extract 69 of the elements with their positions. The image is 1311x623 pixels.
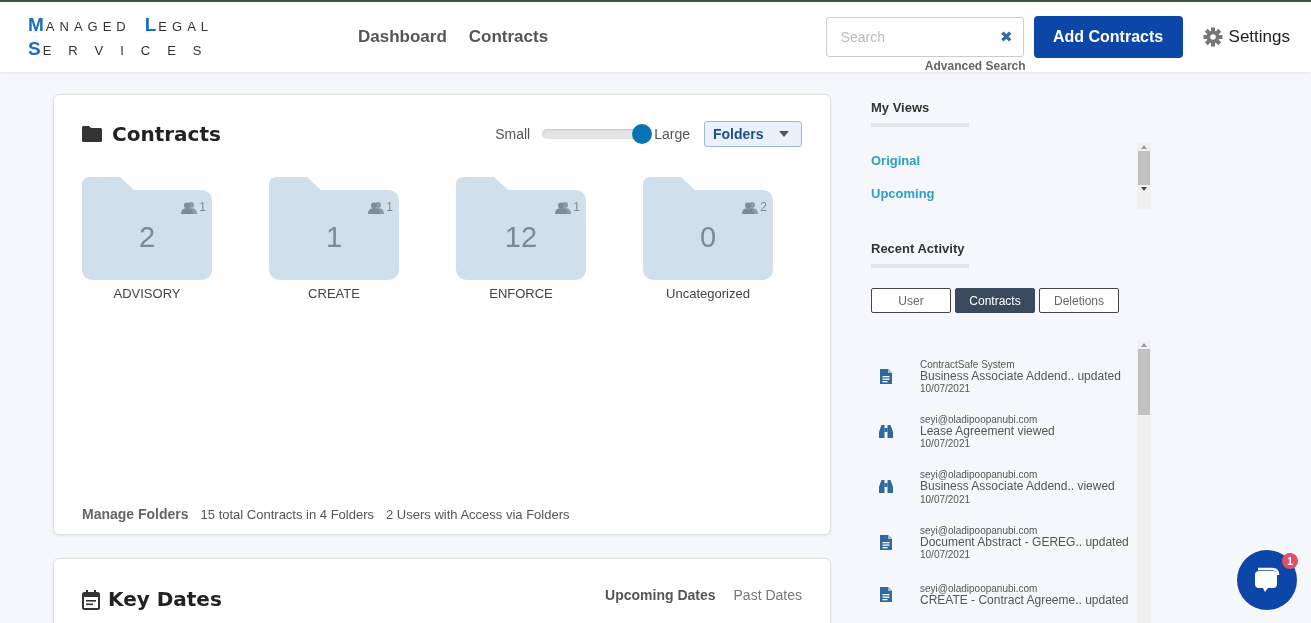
contract-count: 1: [324, 221, 344, 254]
chat-button[interactable]: [1237, 550, 1297, 610]
advanced-search-link[interactable]: Advanced Search: [924, 59, 1026, 73]
activity-tab[interactable]: Contracts: [955, 288, 1035, 313]
card-title: Key Dates: [108, 587, 222, 611]
activity-tab[interactable]: User: [871, 288, 951, 313]
notification-badge: 1: [1282, 553, 1298, 569]
users-icon: [555, 200, 572, 214]
contract-count: 0: [698, 221, 718, 254]
user-count: 2: [760, 200, 767, 214]
folder-name: ADVISORY: [113, 286, 181, 301]
section-title: Recent Activity: [871, 241, 966, 256]
clear-icon[interactable]: ✖: [999, 28, 1013, 46]
caret-icon: [779, 131, 789, 137]
contract-count: 12: [503, 221, 539, 254]
contract-count: 2: [137, 221, 157, 254]
scrollbar[interactable]: [1137, 143, 1151, 209]
settings-icon: [1202, 27, 1223, 47]
activity-date: 10/07/2021: [920, 438, 972, 450]
calendar-icon: [82, 590, 100, 610]
user-count: 1: [386, 200, 393, 214]
search-field[interactable]: Search ✖: [825, 17, 1024, 57]
document-icon: [880, 534, 892, 550]
folder-summary: 15 total Contracts in 4 Folders: [200, 507, 374, 522]
activity-user: seyi@oladipoopanubi.com: [920, 469, 1038, 481]
logo[interactable]: M ANAGED L EGAL S ERVICES: [28, 14, 328, 60]
manage-folders-link[interactable]: Manage Folders: [82, 506, 189, 522]
user-count: 1: [199, 200, 206, 214]
activity-user: seyi@oladipoopanubi.com: [920, 414, 1038, 426]
date-tab[interactable]: Upcoming Dates: [605, 587, 716, 603]
document-icon: [880, 587, 892, 603]
slider-thumb[interactable]: [632, 124, 653, 144]
activity-text: Document Abstract - GEREG.. updated: [920, 535, 1129, 549]
settings-button[interactable]: Settings: [1202, 27, 1290, 47]
section-title: My Views: [871, 100, 931, 115]
activity-text: CREATE - Contract Agreeme.. updated: [920, 593, 1129, 607]
user-count: 1: [573, 200, 580, 214]
binoculars-icon: [879, 425, 893, 439]
slider-label: Large: [654, 126, 690, 142]
add-contracts-button[interactable]: Add Contracts: [1033, 16, 1183, 58]
nav-link[interactable]: Contracts: [468, 27, 549, 47]
activity-text: Lease Agreement viewed: [920, 425, 1055, 439]
activity-user: seyi@oladipoopanubi.com: [920, 582, 1039, 594]
scrollbar-thumb[interactable]: [1138, 151, 1150, 185]
view-dropdown[interactable]: Folders: [704, 121, 802, 147]
scrollbar[interactable]: [1137, 341, 1151, 623]
slider-label: Small: [495, 126, 531, 142]
activity-user: seyi@oladipoopanubi.com: [920, 524, 1039, 536]
card-title: Contracts: [112, 122, 221, 146]
activity-user: ContractSafe System: [920, 359, 1015, 370]
users-icon: [368, 200, 385, 214]
binoculars-icon: [879, 480, 893, 494]
scrollbar-thumb[interactable]: [1138, 349, 1150, 415]
activity-text: Business Associate Addend.. viewed: [920, 480, 1115, 494]
activity-date: 10/07/2021: [920, 493, 972, 505]
folder-icon: [82, 126, 102, 142]
nav-link[interactable]: Dashboard: [358, 27, 447, 47]
activity-text: Business Associate Addend.. updated: [920, 370, 1121, 384]
folder-name: CREATE: [308, 286, 360, 301]
folder-name: Uncategorized: [666, 286, 750, 301]
date-tab[interactable]: Past Dates: [733, 587, 802, 603]
folder-name: ENFORCE: [489, 286, 553, 301]
users-icon: [181, 200, 198, 214]
users-icon: [742, 200, 759, 214]
activity-date: 10/07/2021: [920, 548, 972, 560]
document-icon: [880, 369, 892, 385]
activity-tab[interactable]: Deletions: [1039, 288, 1119, 313]
access-summary: 2 Users with Access via Folders: [386, 507, 570, 522]
activity-date: 10/07/2021: [920, 383, 972, 395]
